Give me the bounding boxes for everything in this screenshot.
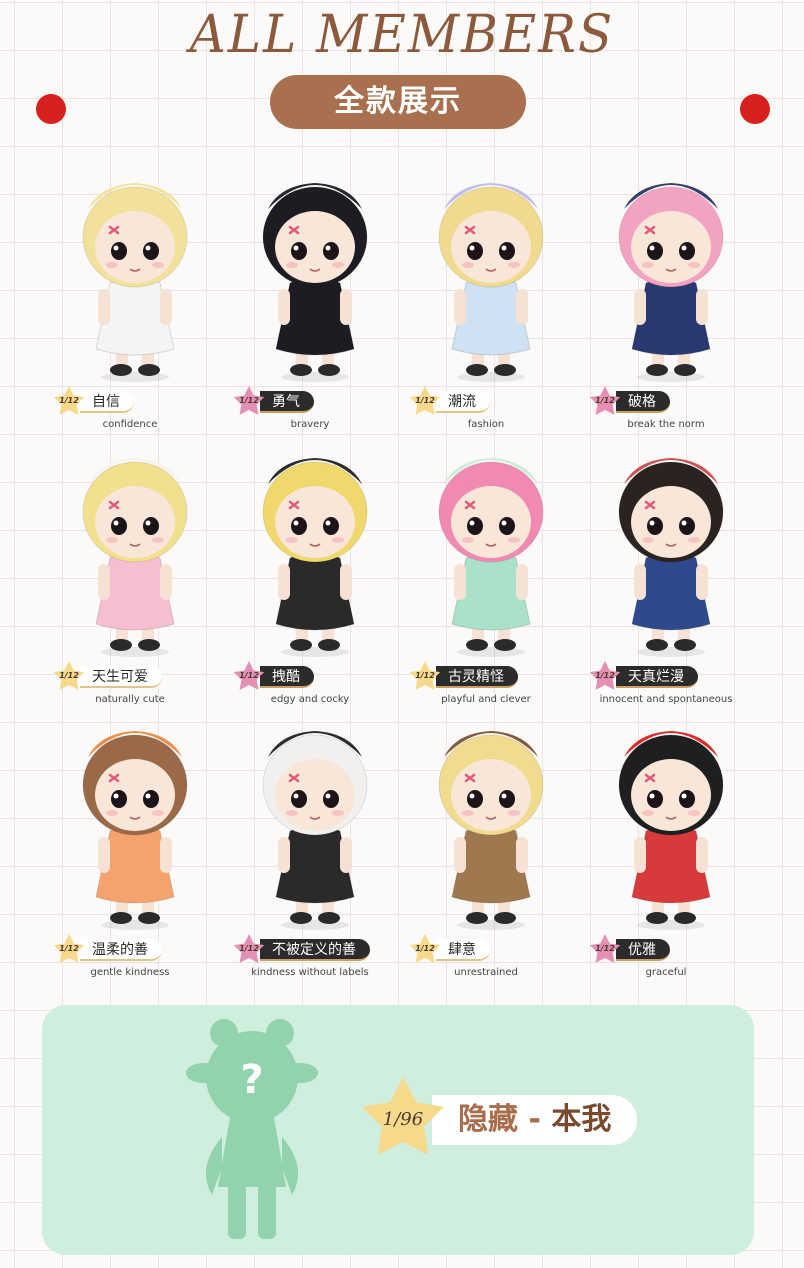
- star-badge-icon: 1/12: [408, 385, 442, 419]
- member-card: 1/12 勇气 bravery: [220, 165, 400, 437]
- member-name-cn: 自信: [80, 391, 134, 413]
- member-name-en: playful and clever: [441, 694, 531, 705]
- doll-figure-icon: [70, 713, 200, 933]
- doll-figure-icon: [606, 165, 736, 385]
- member-tag: 1/12 破格: [588, 385, 670, 419]
- member-card: 1/12 古灵精怪 playful and clever: [396, 440, 576, 712]
- doll-figure-icon: [426, 165, 556, 385]
- member-name-en: break the norm: [627, 419, 705, 430]
- member-tag: 1/12 古灵精怪: [408, 660, 518, 694]
- doll-figure-icon: [250, 165, 380, 385]
- member-tag: 1/12 拽酷: [232, 660, 314, 694]
- member-ratio: 1/12: [415, 944, 435, 953]
- hidden-member-panel: ? 1/96 隐藏 - 本我: [42, 1005, 754, 1255]
- member-name-cn: 天生可爱: [80, 666, 162, 688]
- doll-figure-icon: [250, 713, 380, 933]
- member-name-en: naturally cute: [95, 694, 165, 705]
- star-badge-icon: 1/12: [52, 933, 86, 967]
- member-tag: 1/12 天生可爱: [52, 660, 162, 694]
- member-tag: 1/12 自信: [52, 385, 134, 419]
- member-card: 1/12 肆意 unrestrained: [396, 713, 576, 985]
- doll-figure-icon: [606, 440, 736, 660]
- star-badge-icon: 1/12: [52, 660, 86, 694]
- member-name-en: unrestrained: [454, 967, 518, 978]
- svg-text:?: ?: [240, 1057, 263, 1103]
- member-ratio: 1/12: [239, 944, 259, 953]
- doll-figure-icon: [606, 713, 736, 933]
- member-ratio: 1/12: [415, 396, 435, 405]
- star-badge-icon: 1/12: [232, 660, 266, 694]
- doll-figure-icon: [426, 440, 556, 660]
- member-card: 1/12 破格 break the norm: [576, 165, 756, 437]
- member-card: 1/12 天真烂漫 innocent and spontaneous: [576, 440, 756, 712]
- star-badge-icon: 1/12: [588, 385, 622, 419]
- member-ratio: 1/12: [59, 671, 79, 680]
- star-badge-icon: 1/12: [588, 933, 622, 967]
- member-tag: 1/12 优雅: [588, 933, 670, 967]
- poster: ALL MEMBERS 全款展示 1/12 自信 confidence 1/12…: [0, 0, 804, 1268]
- hidden-name: 隐藏 - 本我: [432, 1095, 638, 1145]
- member-name-en: confidence: [102, 419, 158, 430]
- member-name-en: edgy and cocky: [270, 694, 350, 705]
- member-ratio: 1/12: [595, 396, 615, 405]
- member-ratio: 1/12: [595, 671, 615, 680]
- member-name-cn: 拽酷: [260, 666, 314, 688]
- member-name-en: innocent and spontaneous: [599, 694, 733, 705]
- star-badge-icon: 1/12: [232, 385, 266, 419]
- hidden-silhouette-icon: ?: [182, 1017, 322, 1242]
- star-badge-icon: 1/12: [408, 660, 442, 694]
- member-ratio: 1/12: [59, 944, 79, 953]
- member-card: 1/12 不被定义的善 kindness without labels: [220, 713, 400, 985]
- member-name-cn: 勇气: [260, 391, 314, 413]
- member-card: 1/12 优雅 graceful: [576, 713, 756, 985]
- member-name-cn: 温柔的善: [80, 939, 162, 961]
- hidden-ratio: 1/96: [382, 1109, 424, 1130]
- member-name-en: gentle kindness: [90, 967, 170, 978]
- member-card: 1/12 潮流 fashion: [396, 165, 576, 437]
- member-name-cn: 潮流: [436, 391, 490, 413]
- member-tag: 1/12 不被定义的善: [232, 933, 370, 967]
- member-name-en: fashion: [467, 419, 505, 430]
- doll-figure-icon: [250, 440, 380, 660]
- member-tag: 1/12 天真烂漫: [588, 660, 698, 694]
- member-name-cn: 天真烂漫: [616, 666, 698, 688]
- member-tag: 1/12 潮流: [408, 385, 490, 419]
- star-badge-icon: 1/96: [358, 1075, 448, 1165]
- member-ratio: 1/12: [239, 671, 259, 680]
- doll-figure-icon: [70, 165, 200, 385]
- member-name-cn: 破格: [616, 391, 670, 413]
- member-card: 1/12 天生可爱 naturally cute: [40, 440, 220, 712]
- member-name-cn: 肆意: [436, 939, 490, 961]
- member-card: 1/12 自信 confidence: [40, 165, 220, 437]
- member-ratio: 1/12: [59, 396, 79, 405]
- hidden-tag: 1/96 隐藏 - 本我: [358, 1077, 638, 1160]
- red-dot-right: [740, 94, 770, 124]
- member-tag: 1/12 勇气: [232, 385, 314, 419]
- subtitle-pill: 全款展示: [270, 75, 526, 129]
- star-badge-icon: 1/12: [52, 385, 86, 419]
- member-name-cn: 古灵精怪: [436, 666, 518, 688]
- member-tag: 1/12 温柔的善: [52, 933, 162, 967]
- star-badge-icon: 1/12: [232, 933, 266, 967]
- member-card: 1/12 拽酷 edgy and cocky: [220, 440, 400, 712]
- hidden-label-prefix: 隐藏 -: [458, 1102, 552, 1137]
- doll-figure-icon: [426, 713, 556, 933]
- member-ratio: 1/12: [595, 944, 615, 953]
- member-ratio: 1/12: [415, 671, 435, 680]
- member-tag: 1/12 肆意: [408, 933, 490, 967]
- member-card: 1/12 温柔的善 gentle kindness: [40, 713, 220, 985]
- red-dot-left: [36, 94, 66, 124]
- member-ratio: 1/12: [239, 396, 259, 405]
- member-name-en: bravery: [290, 419, 330, 430]
- members-grid: 1/12 自信 confidence 1/12 勇气 bravery 1/12 …: [20, 165, 784, 985]
- hidden-label-name: 本我: [551, 1102, 612, 1137]
- member-name-cn: 优雅: [616, 939, 670, 961]
- member-name-cn: 不被定义的善: [260, 939, 370, 961]
- member-name-en: graceful: [645, 967, 687, 978]
- star-badge-icon: 1/12: [588, 660, 622, 694]
- member-name-en: kindness without labels: [251, 967, 369, 978]
- page-title: ALL MEMBERS: [189, 3, 615, 65]
- star-badge-icon: 1/12: [408, 933, 442, 967]
- doll-figure-icon: [70, 440, 200, 660]
